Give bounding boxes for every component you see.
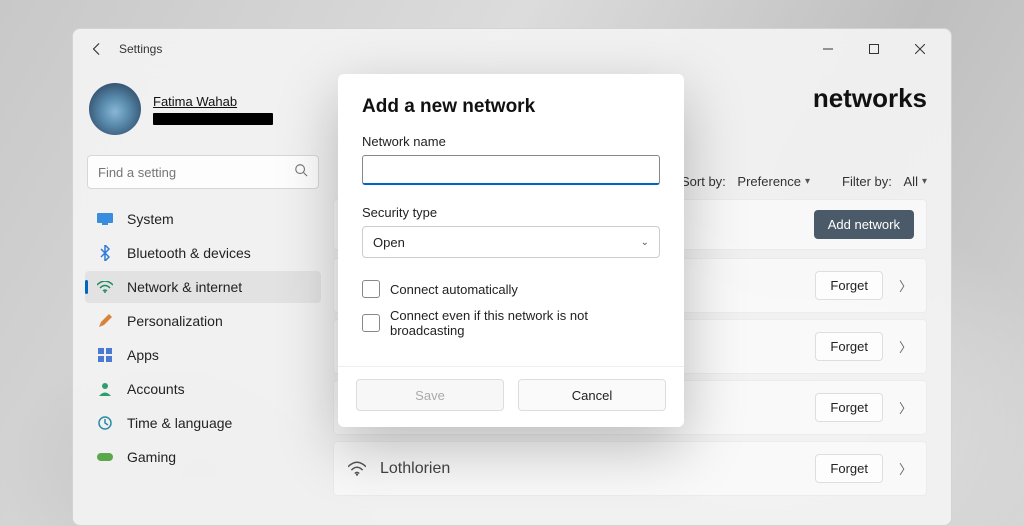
sort-control[interactable]: Sort by: Preference ▾ — [681, 174, 810, 189]
forget-button[interactable]: Forget — [815, 271, 883, 300]
close-icon — [915, 44, 925, 54]
minimize-icon — [823, 44, 833, 54]
sidebar-item-label: Gaming — [127, 449, 176, 465]
chevron-right-icon[interactable]: 〉 — [899, 459, 912, 478]
add-network-button[interactable]: Add network — [814, 210, 914, 239]
sidebar-item-label: Bluetooth & devices — [127, 245, 251, 261]
close-button[interactable] — [897, 33, 943, 65]
sidebar-item-accounts[interactable]: Accounts — [85, 373, 321, 405]
avatar — [89, 83, 141, 135]
sidebar: Fatima Wahab System Bluetooth & devices — [73, 69, 333, 525]
filter-control[interactable]: Filter by: All ▾ — [842, 174, 927, 189]
chevron-right-icon[interactable]: 〉 — [899, 276, 912, 295]
profile-block[interactable]: Fatima Wahab — [85, 77, 321, 149]
sidebar-item-network[interactable]: Network & internet — [85, 271, 321, 303]
time-language-icon — [97, 415, 113, 431]
apps-icon — [97, 347, 113, 363]
titlebar: Settings — [73, 29, 951, 69]
connect-hidden-label: Connect even if this network is not broa… — [390, 308, 660, 338]
sidebar-item-apps[interactable]: Apps — [85, 339, 321, 371]
sidebar-item-label: Time & language — [127, 415, 232, 431]
chevron-down-icon: ▾ — [805, 176, 810, 187]
wifi-icon — [348, 460, 366, 478]
chevron-right-icon[interactable]: 〉 — [899, 398, 912, 417]
accounts-icon — [97, 381, 113, 397]
search-input[interactable] — [98, 165, 294, 180]
forget-button[interactable]: Forget — [815, 332, 883, 361]
sidebar-item-system[interactable]: System — [85, 203, 321, 235]
filter-value: All — [904, 174, 918, 189]
sidebar-item-bluetooth[interactable]: Bluetooth & devices — [85, 237, 321, 269]
minimize-button[interactable] — [805, 33, 851, 65]
connect-hidden-checkbox[interactable] — [362, 314, 380, 332]
save-button[interactable]: Save — [356, 379, 504, 411]
sidebar-item-label: Apps — [127, 347, 159, 363]
gaming-icon — [97, 449, 113, 465]
chevron-right-icon[interactable]: 〉 — [899, 337, 912, 356]
sidebar-item-time-language[interactable]: Time & language — [85, 407, 321, 439]
dialog-title: Add a new network — [362, 96, 660, 118]
maximize-button[interactable] — [851, 33, 897, 65]
maximize-icon — [869, 44, 879, 54]
nav: System Bluetooth & devices Network & int… — [85, 203, 321, 473]
chevron-down-icon: ▾ — [922, 176, 927, 187]
network-name-label: Network name — [362, 134, 660, 149]
forget-button[interactable]: Forget — [815, 393, 883, 422]
sidebar-item-label: System — [127, 211, 174, 227]
chevron-down-icon: ⌄ — [641, 237, 649, 248]
connect-auto-checkbox[interactable] — [362, 280, 380, 298]
profile-name: Fatima Wahab — [153, 94, 273, 109]
personalization-icon — [97, 313, 113, 329]
profile-email-redacted — [153, 113, 273, 125]
cancel-button[interactable]: Cancel — [518, 379, 666, 411]
search-box[interactable] — [87, 155, 319, 189]
network-name: Lothlorien — [380, 460, 450, 478]
security-type-value: Open — [373, 235, 405, 250]
page-title: networks — [813, 83, 927, 114]
sidebar-item-label: Personalization — [127, 313, 223, 329]
security-type-label: Security type — [362, 205, 660, 220]
network-icon — [97, 279, 113, 295]
filter-prefix: Filter by: — [842, 174, 892, 189]
connect-auto-label: Connect automatically — [390, 282, 518, 297]
back-button[interactable] — [81, 33, 113, 65]
sidebar-item-gaming[interactable]: Gaming — [85, 441, 321, 473]
sort-value: Preference — [737, 174, 801, 189]
arrow-left-icon — [90, 42, 104, 56]
app-title: Settings — [119, 42, 162, 56]
security-type-select[interactable]: Open ⌄ — [362, 226, 660, 258]
network-name-input[interactable] — [362, 155, 660, 185]
sidebar-item-personalization[interactable]: Personalization — [85, 305, 321, 337]
bluetooth-icon — [97, 245, 113, 261]
forget-button[interactable]: Forget — [815, 454, 883, 483]
add-network-dialog: Add a new network Network name Security … — [338, 74, 684, 427]
sidebar-item-label: Network & internet — [127, 279, 242, 295]
sidebar-item-label: Accounts — [127, 381, 185, 397]
system-icon — [97, 211, 113, 227]
network-row[interactable]: Lothlorien Forget 〉 — [333, 441, 927, 496]
search-icon — [294, 163, 308, 182]
sort-prefix: Sort by: — [681, 174, 726, 189]
